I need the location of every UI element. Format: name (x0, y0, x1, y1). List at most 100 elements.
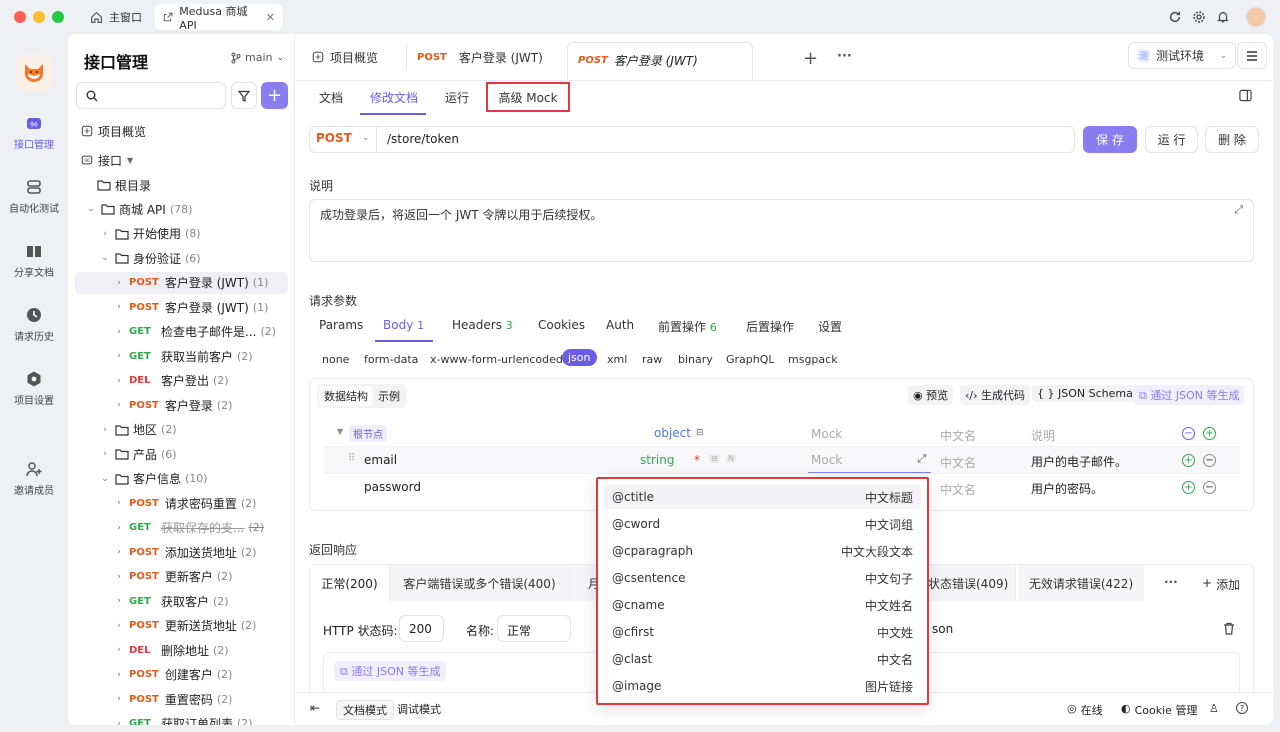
expand-icon[interactable]: ⤢ (917, 452, 926, 466)
mock-option[interactable]: @cword 中文词组 (604, 512, 921, 536)
chevron-right-icon[interactable]: › (113, 694, 125, 704)
collapse-icon[interactable]: − (1182, 427, 1195, 440)
delete-button[interactable]: 删 除 (1205, 126, 1259, 153)
tree-api-item[interactable]: › POST 客户登录 (JWT) (1) (75, 271, 288, 294)
rail-item-history[interactable]: 请求历史 (0, 306, 68, 343)
tree-api-item[interactable]: › POST 请求密码重置 (2) (75, 492, 288, 514)
chevron-right-icon[interactable]: › (113, 498, 125, 508)
content-type-value[interactable]: son (932, 622, 953, 636)
body-type-none[interactable]: none (322, 353, 349, 366)
body-type-graphql[interactable]: GraphQL (726, 353, 775, 366)
tree-api-item[interactable]: › POST 客户登录 (2) (75, 394, 288, 416)
tree-folder[interactable]: ⌄ 商城 API (78) (75, 198, 288, 220)
project-logo[interactable] (16, 55, 52, 91)
zoom-window-button[interactable] (52, 11, 64, 23)
window-tab-home[interactable]: 主窗口 (82, 4, 150, 30)
generate-from-json-button[interactable]: ⧉ 通过 JSON 等生成 (1134, 385, 1245, 405)
rail-item-invite-members[interactable]: 邀请成员 (0, 460, 68, 497)
example-tab[interactable]: 示例 (373, 386, 405, 406)
tree-api-item[interactable]: › DEL 删除地址 (2) (75, 639, 288, 661)
status-code-input[interactable]: 200 (399, 615, 444, 642)
mock-placeholder[interactable]: Mock (811, 427, 842, 441)
rail-item-api-management[interactable]: 96 接口管理 (0, 114, 68, 151)
cn-name-placeholder[interactable]: 中文名 (940, 454, 976, 471)
chevron-right-icon[interactable]: › (113, 547, 125, 557)
drag-handle-icon[interactable]: ⠿ (348, 453, 355, 464)
cn-name-placeholder[interactable]: 中文名 (940, 481, 976, 498)
subtab-edit-docs[interactable]: 修改文档 (370, 89, 418, 106)
trash-icon[interactable] (1223, 622, 1235, 635)
expand-icon[interactable]: ⤢ (1234, 203, 1243, 217)
required-asterisk-icon[interactable]: * (694, 453, 700, 467)
response-tab-400[interactable]: 客户端错误或多个错误(400) (390, 565, 570, 601)
tree-search-input[interactable] (76, 82, 226, 109)
branch-selector[interactable]: main ⌄ (231, 51, 284, 64)
body-type-xml[interactable]: xml (607, 353, 627, 366)
response-tab-200[interactable]: 正常(200) (310, 565, 390, 601)
menu-button[interactable] (1237, 42, 1267, 69)
doc-tab-overview[interactable]: 项目概览 (302, 40, 388, 74)
subtab-advanced-mock[interactable]: 高级 Mock (486, 82, 570, 112)
tree-api-item[interactable]: › POST 客户登录 (JWT) (1) (75, 296, 288, 318)
request-path-input[interactable]: /store/token (387, 132, 459, 146)
body-type-binary[interactable]: binary (678, 353, 713, 366)
chevron-right-icon[interactable]: › (113, 719, 125, 726)
description-textarea[interactable]: 成功登录后，将返回一个 JWT 令牌以用于后续授权。 ⤢ (309, 199, 1254, 262)
doc-tab-login-active[interactable]: POST 客户登录 (JWT) (567, 42, 753, 80)
mock-option[interactable]: @cfirst 中文姓 (604, 620, 921, 644)
close-window-button[interactable] (14, 11, 26, 23)
doc-mode-button[interactable]: 文档模式 (336, 700, 394, 720)
response-generate-from-json-button[interactable]: ⧉ 通过 JSON 等生成 (334, 661, 447, 681)
mock-option[interactable]: @image 图片链接 (604, 674, 921, 698)
body-type-json[interactable]: json (562, 349, 597, 366)
params-tab-cookies[interactable]: Cookies (538, 318, 585, 332)
subtab-docs[interactable]: 文档 (319, 89, 343, 106)
bell-icon[interactable] (1216, 10, 1230, 24)
more-tabs-button[interactable]: ··· (837, 49, 852, 64)
response-name-input[interactable]: 正常 (497, 615, 571, 642)
desc-placeholder[interactable]: 说明 (1031, 427, 1055, 444)
body-type-urlencoded[interactable]: x-www-form-urlencoded (430, 353, 563, 366)
add-tab-button[interactable]: + (803, 48, 818, 69)
subtab-run[interactable]: 运行 (445, 89, 469, 106)
chevron-right-icon[interactable]: › (99, 425, 111, 435)
collapse-sidebar-icon[interactable]: ⇤ (310, 701, 320, 715)
add-api-button[interactable]: + (261, 82, 288, 109)
method-select[interactable]: POST ⌄ (316, 131, 369, 145)
chevron-down-icon[interactable]: ⌄ (85, 204, 97, 214)
add-response-button[interactable]: + 添加 (1202, 576, 1240, 593)
params-tab-post[interactable]: 后置操作 (746, 318, 794, 335)
chevron-right-icon[interactable]: › (113, 351, 125, 361)
field-description[interactable]: 用户的密码。 (1031, 480, 1103, 497)
mock-option[interactable]: @ctitle 中文标题 (604, 485, 921, 509)
chevron-right-icon[interactable]: › (113, 645, 125, 655)
link-icon[interactable]: ⊟ (709, 454, 720, 463)
shirt-icon[interactable]: ♙ (1209, 702, 1219, 715)
tree-folder[interactable]: ⌄ 客户信息 (10) (75, 468, 288, 490)
chevron-right-icon[interactable]: › (99, 229, 111, 239)
mock-option[interactable]: @csentence 中文句子 (604, 566, 921, 590)
tree-api-item[interactable]: › GET 检查电子邮件是... (2) (75, 321, 288, 343)
response-tab-409[interactable]: 状态错误(409) (928, 565, 1016, 601)
environment-selector[interactable]: 测 测试环境 ⌄ (1128, 42, 1236, 69)
tree-folder[interactable]: ⌄ 身份验证 (6) (75, 247, 288, 269)
tree-api-item[interactable]: › GET 获取客户 (2) (75, 590, 288, 612)
field-description[interactable]: 用户的电子邮件。 (1031, 453, 1127, 470)
field-type[interactable]: object (654, 426, 691, 440)
add-sibling-icon[interactable]: + (1182, 481, 1195, 494)
tree-api-item[interactable]: › GET 获取订单列表 (2) (75, 713, 288, 726)
add-sibling-icon[interactable]: + (1182, 454, 1195, 467)
body-type-form-data[interactable]: form-data (364, 353, 418, 366)
split-panel-icon[interactable] (1239, 89, 1252, 102)
chevron-down-icon[interactable]: ⌄ (99, 474, 111, 484)
filter-button[interactable] (231, 82, 257, 109)
field-type[interactable]: string (640, 453, 674, 467)
cookie-manager-button[interactable]: ◐ Cookie 管理 (1121, 702, 1197, 718)
tree-api-item[interactable]: › POST 添加送货地址 (2) (75, 541, 288, 563)
online-status[interactable]: ◎ 在线 (1067, 702, 1103, 718)
tree-api-item[interactable]: › DEL 客户登出 (2) (75, 370, 288, 392)
params-tab-body[interactable]: Body 1 (383, 318, 424, 332)
tree-api-item[interactable]: › GET 获取保存的支... (2) (75, 517, 288, 539)
tree-api-item[interactable]: › POST 创建客户 (2) (75, 664, 288, 686)
params-tab-headers[interactable]: Headers 3 (452, 318, 513, 332)
